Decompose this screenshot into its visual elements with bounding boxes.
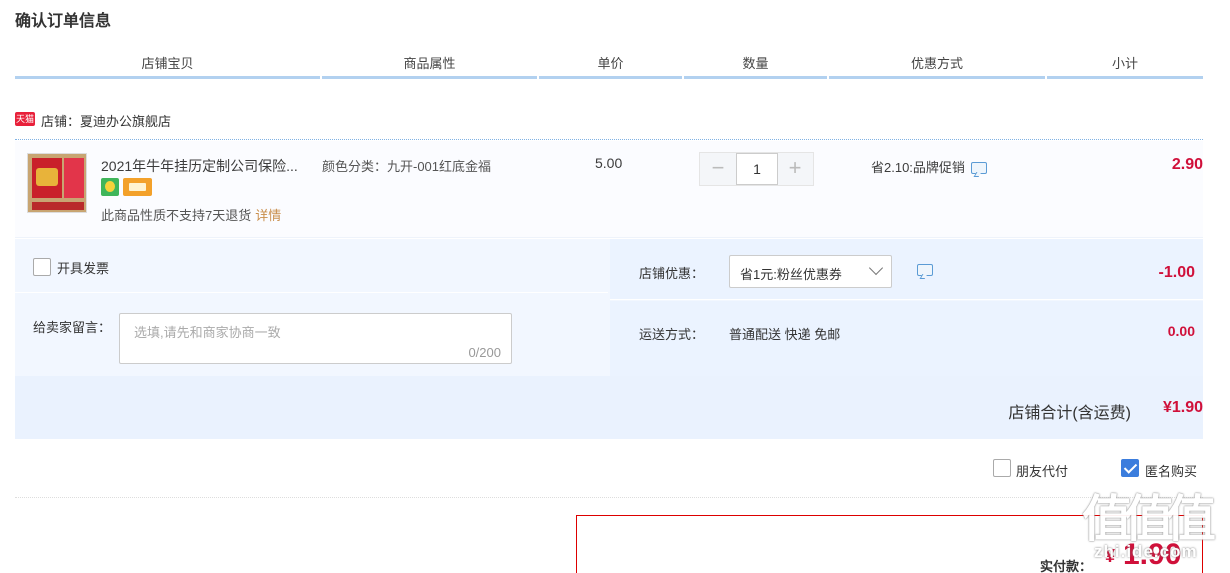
shop-discount-value: 省1元:粉丝优惠券 bbox=[740, 267, 842, 282]
shipping-label: 运送方式： bbox=[639, 327, 705, 342]
service-badge-icon[interactable] bbox=[101, 178, 119, 196]
shop-total-value: ¥1.90 bbox=[1162, 399, 1203, 416]
shop-discount-amount: -1.00 bbox=[1158, 264, 1195, 281]
chevron-down-icon bbox=[868, 260, 884, 276]
no-return-text: 此商品性质不支持7天退货 bbox=[101, 208, 252, 223]
seller-message-input[interactable] bbox=[120, 314, 511, 363]
column-attributes: 商品属性 bbox=[322, 55, 537, 79]
product-title[interactable]: 2021年牛年挂历定制公司保险... bbox=[101, 156, 316, 176]
friend-pay-checkbox[interactable] bbox=[993, 459, 1011, 477]
comment-icon[interactable] bbox=[917, 264, 933, 276]
shop-discount-select[interactable]: 省1元:粉丝优惠券 bbox=[729, 255, 892, 288]
comment-icon[interactable] bbox=[970, 162, 987, 174]
product-thumbnail[interactable] bbox=[27, 153, 87, 213]
shipping-amount: 0.00 bbox=[1167, 323, 1195, 339]
details-link[interactable]: 详情 bbox=[255, 208, 281, 223]
anonymous-checkbox[interactable] bbox=[1121, 459, 1139, 477]
friend-pay-label[interactable]: 朋友代付 bbox=[1016, 461, 1068, 480]
invoice-label[interactable]: 开具发票 bbox=[57, 258, 109, 277]
shop-total-label: 店铺合计(含运费) bbox=[1008, 405, 1131, 422]
invoice-checkbox[interactable] bbox=[33, 258, 51, 276]
column-discount: 优惠方式 bbox=[829, 55, 1045, 79]
page-title: 确认订单信息 bbox=[15, 13, 112, 30]
increase-quantity-button[interactable]: + bbox=[777, 153, 813, 185]
shop-name[interactable]: 店铺：夏迪办公旗舰店 bbox=[41, 111, 171, 130]
shop-header: 天猫 店铺：夏迪办公旗舰店 bbox=[15, 110, 1203, 140]
quantity-stepper: − + bbox=[699, 152, 814, 186]
column-shop-items: 店铺宝贝 bbox=[15, 55, 320, 79]
shipping-method: 普通配送 快递 免邮 bbox=[729, 327, 841, 342]
tmall-icon: 天猫 bbox=[15, 112, 35, 126]
message-box: 0/200 bbox=[119, 313, 512, 364]
column-header: 店铺宝贝 商品属性 单价 数量 优惠方式 小计 bbox=[15, 55, 1203, 79]
column-subtotal: 小计 bbox=[1047, 55, 1203, 79]
product-attribute: 颜色分类：九开-001红底金福 bbox=[322, 159, 492, 174]
decrease-quantity-button[interactable]: − bbox=[700, 153, 736, 185]
promotion: 省2.10:品牌促销 bbox=[871, 157, 987, 176]
message-char-count: 0/200 bbox=[468, 345, 501, 360]
promotion-text: 省2.10:品牌促销 bbox=[871, 160, 965, 175]
unit-price: 5.00 bbox=[595, 155, 623, 171]
no-return-notice: 此商品性质不支持7天退货 详情 bbox=[101, 205, 281, 224]
order-extras: 开具发票 给卖家留言： 0/200 店铺优惠： 省1元:粉丝优惠券 -1.00 … bbox=[15, 239, 1203, 439]
shop-discount-label: 店铺优惠： bbox=[639, 266, 705, 281]
order-item-row: 2021年牛年挂历定制公司保险... 此商品性质不支持7天退货 详情 颜色分类：九… bbox=[15, 141, 1203, 238]
quantity-input[interactable] bbox=[736, 153, 778, 185]
message-label: 给卖家留言： bbox=[33, 320, 112, 335]
column-unit-price: 单价 bbox=[539, 55, 682, 79]
card-badge-icon[interactable] bbox=[123, 178, 152, 196]
item-subtotal: 2.90 bbox=[1171, 156, 1203, 173]
order-options: 朋友代付 匿名购买 bbox=[15, 440, 1203, 498]
watermark-url: zhi.ide.com bbox=[1094, 542, 1198, 561]
column-quantity: 数量 bbox=[684, 55, 827, 79]
anonymous-label[interactable]: 匿名购买 bbox=[1145, 461, 1197, 480]
